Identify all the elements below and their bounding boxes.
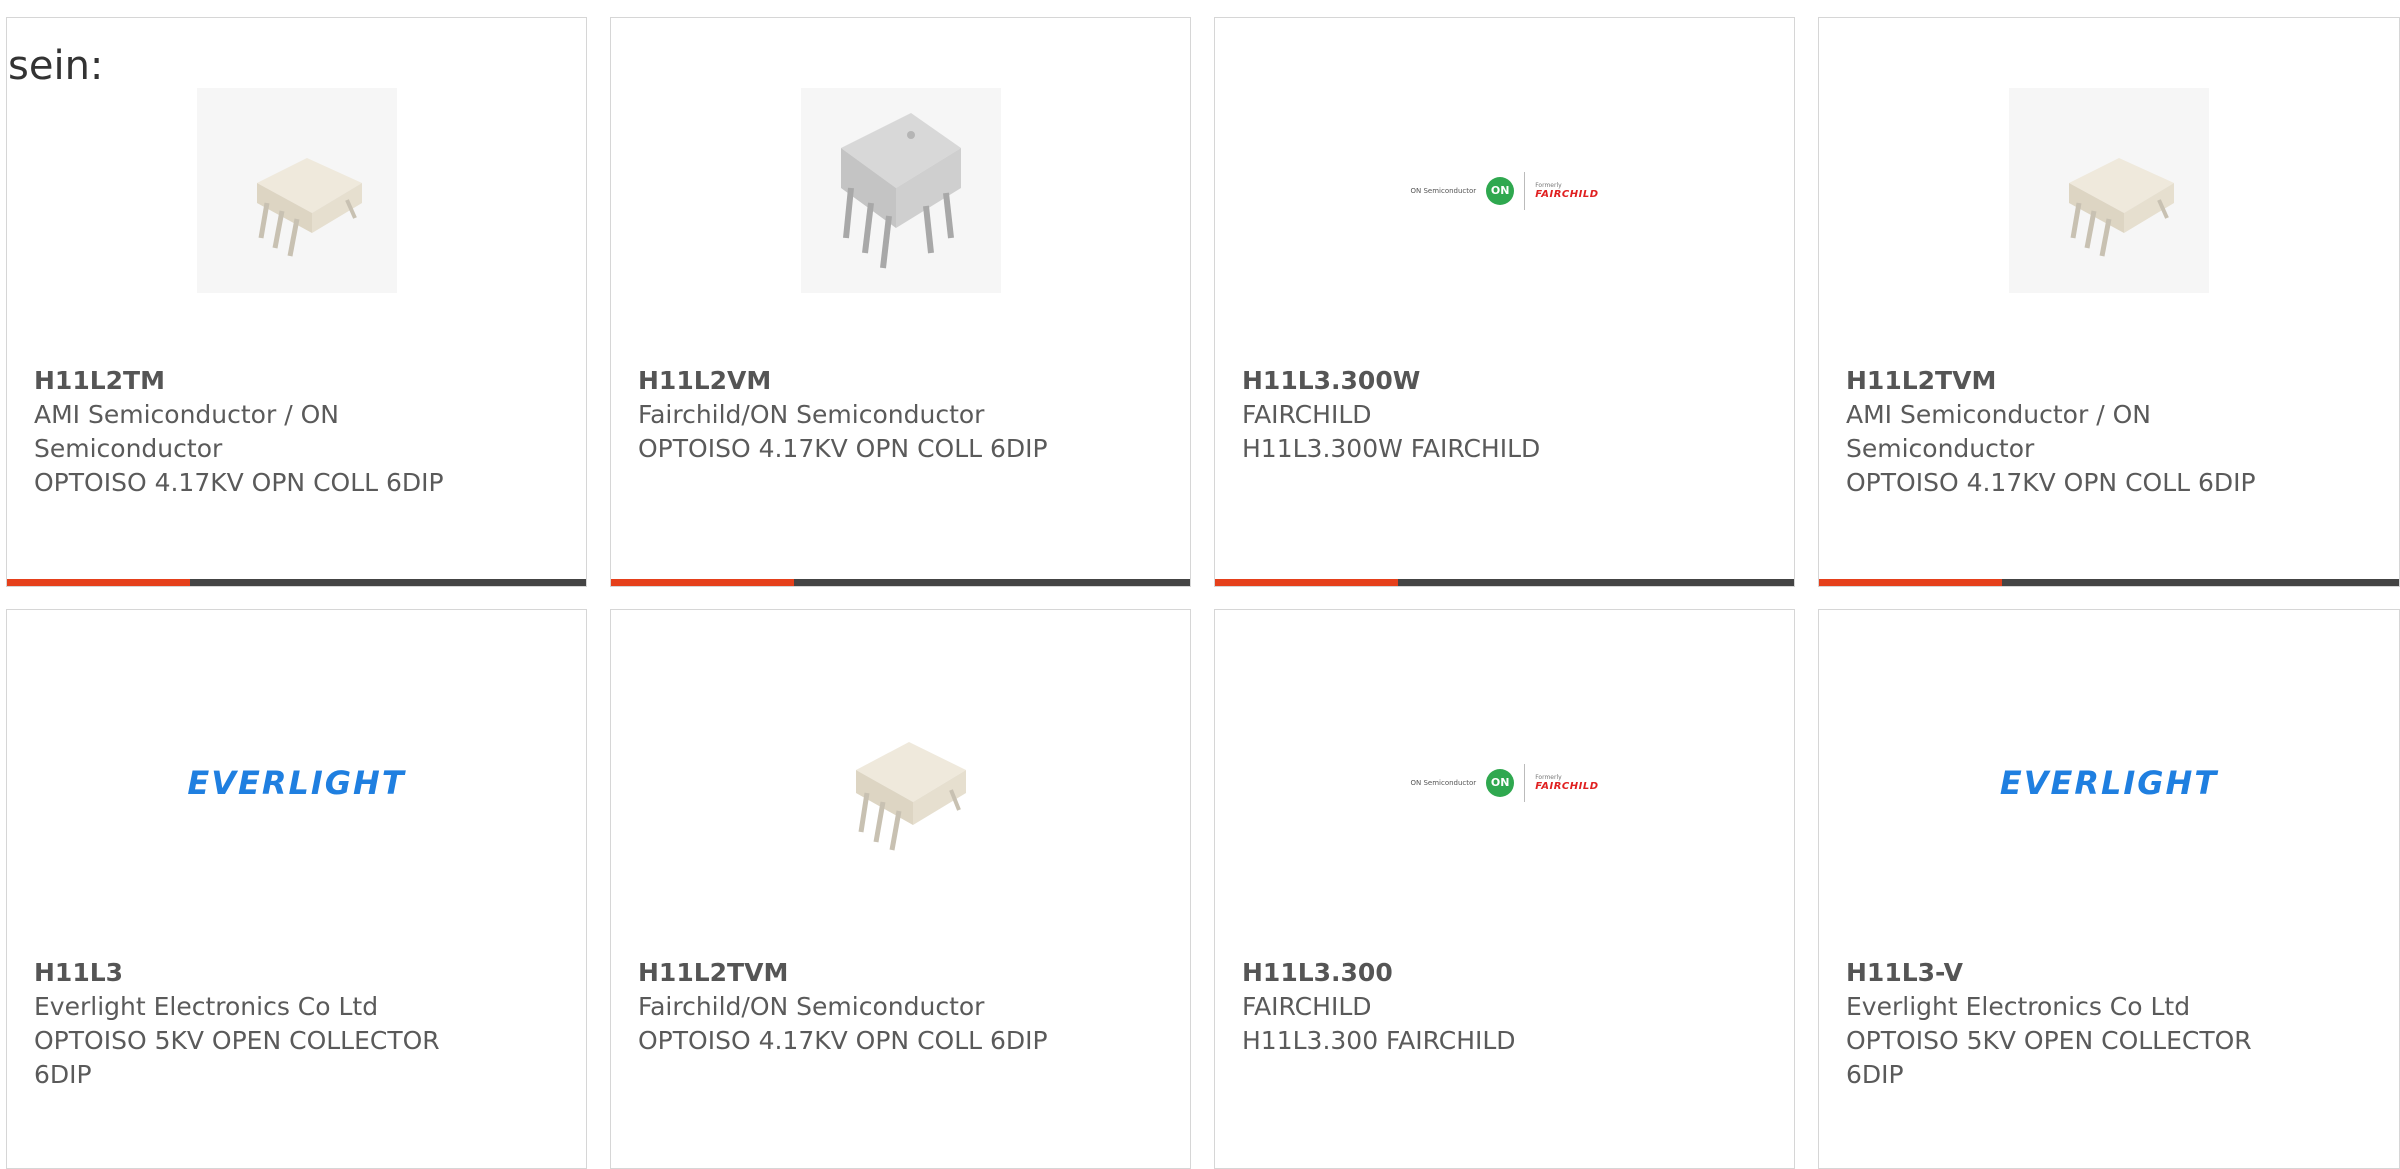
product-card[interactable]: ON Semiconductor ON Formerly FAIRCHILD H… [1214,17,1795,587]
description: OPTOISO 4.17KV OPN COLL 6DIP [1846,468,2256,497]
description: OPTOISO 5KV OPEN COLLECTOR [1846,1026,2252,1055]
description: OPTOISO 5KV OPEN COLLECTOR [34,1026,440,1055]
fairchild-logo-text: FAIRCHILD [1535,188,1599,200]
fairchild-logo-text: FAIRCHILD [1535,780,1599,792]
manufacturer-line2: Semiconductor [34,434,223,463]
on-fairchild-logo: ON Semiconductor ON Formerly FAIRCHILD [1410,763,1599,802]
dip6-chip-icon [800,680,1001,885]
manufacturer: AMI Semiconductor / ON [1846,400,2151,429]
description: OPTOISO 4.17KV OPN COLL 6DIP [34,468,444,497]
dip6-chip-icon [196,88,397,293]
part-number[interactable]: H11L2VM [638,364,1170,398]
product-card[interactable]: H11L2TM AMI Semiconductor / ON Semicondu… [6,17,587,587]
card-bar-accent [611,579,794,586]
manufacturer: Everlight Electronics Co Ltd [34,992,379,1021]
product-card[interactable]: H11L2TVM AMI Semiconductor / ON Semicond… [1818,17,2400,587]
brand-logo: EVERLIGHT [7,680,586,885]
part-number[interactable]: H11L2TVM [638,956,1170,990]
product-card[interactable]: H11L2TVM Fairchild/ON Semiconductor OPTO… [610,609,1191,1169]
description: OPTOISO 4.17KV OPN COLL 6DIP [638,434,1048,463]
part-number[interactable]: H11L2TM [34,364,566,398]
product-image [611,88,1190,293]
everlight-logo: EVERLIGHT [1999,763,2219,802]
card-bar [1215,579,1794,586]
card-bar [7,579,586,586]
part-number[interactable]: H11L3 [34,956,566,990]
card-bar [611,579,1190,586]
description-line2: 6DIP [34,1060,92,1089]
card-bar-accent [7,579,190,586]
manufacturer: Fairchild/ON Semiconductor [638,400,985,429]
logo-divider [1524,763,1526,802]
description: H11L3.300 FAIRCHILD [1242,1026,1516,1055]
product-image [7,88,586,293]
on-semiconductor-text: ON Semiconductor [1410,186,1477,195]
everlight-logo: EVERLIGHT [187,763,406,802]
part-number[interactable]: H11L3.300W [1242,364,1774,398]
manufacturer: Everlight Electronics Co Ltd [1846,992,2191,1021]
product-grid: H11L2TM AMI Semiconductor / ON Semicondu… [6,17,2400,1169]
description: OPTOISO 4.17KV OPN COLL 6DIP [638,1026,1048,1055]
manufacturer: FAIRCHILD [1242,400,1372,429]
product-image [1819,88,2399,293]
manufacturer: FAIRCHILD [1242,992,1372,1021]
product-card[interactable]: EVERLIGHT H11L3-V Everlight Electronics … [1818,609,2400,1169]
part-number[interactable]: H11L3-V [1846,956,2379,990]
brand-logo: ON Semiconductor ON Formerly FAIRCHILD [1215,680,1794,885]
dip6-chip-icon [800,88,1001,293]
brand-logo: ON Semiconductor ON Formerly FAIRCHILD [1215,88,1794,293]
manufacturer: AMI Semiconductor / ON [34,400,339,429]
part-number[interactable]: H11L3.300 [1242,956,1774,990]
on-semiconductor-text: ON Semiconductor [1410,778,1477,787]
on-logo-icon: ON [1486,768,1515,797]
on-fairchild-logo: ON Semiconductor ON Formerly FAIRCHILD [1410,171,1599,210]
part-number[interactable]: H11L2TVM [1846,364,2379,398]
product-card[interactable]: H11L2VM Fairchild/ON Semiconductor OPTOI… [610,17,1191,587]
card-bar-accent [1215,579,1398,586]
description-line2: 6DIP [1846,1060,1904,1089]
brand-logo: EVERLIGHT [1819,680,2399,885]
product-image [611,680,1190,885]
formerly-text: Formerly [1535,181,1562,189]
manufacturer-line2: Semiconductor [1846,434,2035,463]
section-heading: sein: [8,43,104,89]
logo-divider [1524,171,1526,210]
card-bar [1819,579,2399,586]
description: H11L3.300W FAIRCHILD [1242,434,1541,463]
formerly-text: Formerly [1535,773,1562,781]
product-card[interactable]: EVERLIGHT H11L3 Everlight Electronics Co… [6,609,587,1169]
manufacturer: Fairchild/ON Semiconductor [638,992,985,1021]
on-logo-icon: ON [1486,176,1515,205]
card-bar-accent [1819,579,2002,586]
product-card[interactable]: ON Semiconductor ON Formerly FAIRCHILD H… [1214,609,1795,1169]
dip6-chip-icon [2009,88,2209,293]
